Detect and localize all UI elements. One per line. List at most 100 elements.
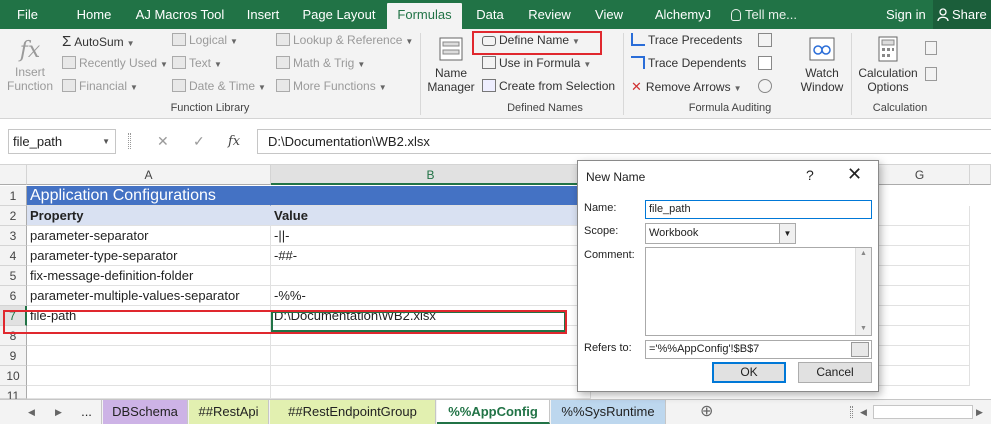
formula-input[interactable]: D:\Documentation\WB2.xlsx [257, 129, 991, 154]
comment-scrollbar[interactable]: ▲ ▼ [855, 248, 871, 335]
row-header-2[interactable]: 2 [0, 206, 27, 226]
sheet-tab-more[interactable]: ... [72, 400, 102, 424]
tell-me-box[interactable]: Tell me... [731, 0, 797, 29]
cell-g2[interactable] [870, 206, 970, 226]
row-header-4[interactable]: 4 [0, 246, 27, 266]
calculation-options-button[interactable]: Calculation Options [855, 35, 921, 94]
scroll-down-icon[interactable]: ▼ [856, 323, 871, 335]
remove-arrows-button[interactable]: ✕ Remove Arrows ▼ [631, 79, 742, 95]
text-button[interactable]: Text ▼ [172, 56, 222, 70]
ok-button[interactable]: OK [712, 362, 786, 383]
math-trig-button[interactable]: Math & Trig ▼ [276, 56, 365, 70]
cell-g10[interactable] [870, 366, 970, 386]
cell-g4[interactable] [870, 246, 970, 266]
trace-dependents-button[interactable]: Trace Dependents [631, 56, 746, 70]
cell-b5[interactable] [271, 266, 591, 286]
use-in-formula-button[interactable]: Use in Formula ▼ [482, 56, 591, 70]
tab-insert[interactable]: Insert [238, 0, 288, 29]
enter-icon[interactable]: ✓ [193, 129, 205, 154]
scroll-up-icon[interactable]: ▲ [856, 248, 871, 260]
cell-b3[interactable]: -||- [271, 226, 591, 246]
sheet-tab-dbschema[interactable]: DBSchema [103, 400, 188, 424]
autosum-button[interactable]: Σ AutoSum ▼ [62, 33, 135, 50]
horizontal-scrollbar[interactable] [873, 405, 973, 419]
tab-data[interactable]: Data [470, 0, 510, 29]
tab-formulas[interactable]: Formulas [387, 3, 462, 29]
financial-button[interactable]: Financial ▼ [62, 79, 138, 93]
cell-a6[interactable]: parameter-multiple-values-separator [27, 286, 271, 306]
column-header-a[interactable]: A [27, 165, 271, 185]
watch-window-button[interactable]: Watch Window [798, 35, 846, 94]
calculate-sheet-icon[interactable] [925, 67, 937, 81]
create-from-selection-button[interactable]: Create from Selection [482, 79, 615, 93]
name-box[interactable]: file_path ▼ [8, 129, 116, 154]
chevron-down-icon[interactable]: ▼ [779, 224, 795, 243]
sheet-tab-restendpointgroup[interactable]: ##RestEndpointGroup [270, 400, 436, 424]
cell-b11[interactable] [271, 386, 591, 399]
error-checking-icon[interactable] [758, 56, 772, 70]
recently-used-button[interactable]: Recently Used ▼ [62, 56, 168, 70]
cell-a11[interactable] [27, 386, 271, 399]
hscroll-left-icon[interactable]: ◀ [860, 400, 867, 424]
tab-home[interactable]: Home [70, 0, 118, 29]
tab-alchemyj[interactable]: AlchemyJ [643, 0, 723, 29]
sheet-tab-sysruntime[interactable]: %%SysRuntime [551, 400, 666, 424]
cell-b4[interactable]: -##- [271, 246, 591, 266]
tab-page-layout[interactable]: Page Layout [298, 0, 380, 29]
cell-a1-title[interactable]: Application Configurations [27, 186, 271, 206]
cell-a5[interactable]: fix-message-definition-folder [27, 266, 271, 286]
cell-a9[interactable] [27, 346, 271, 366]
show-formulas-icon[interactable] [758, 33, 772, 47]
row-header-3[interactable]: 3 [0, 226, 27, 246]
formula-bar-grip[interactable] [128, 133, 131, 149]
cell-g8[interactable] [870, 326, 970, 346]
refers-to-field[interactable]: ='%%AppConfig'!$B$7 [645, 340, 872, 359]
row-header-6[interactable]: 6 [0, 286, 27, 306]
cell-b10[interactable] [271, 366, 591, 386]
cell-a10[interactable] [27, 366, 271, 386]
insert-function-button[interactable]: fx Insert Function [4, 37, 56, 93]
tab-aj-macros-tool[interactable]: AJ Macros Tool [130, 0, 230, 29]
cell-g9[interactable] [870, 346, 970, 366]
collapse-dialog-icon[interactable] [851, 342, 869, 357]
row-header-10[interactable]: 10 [0, 366, 27, 386]
sheet-tab-restapi[interactable]: ##RestApi [189, 400, 269, 424]
scroll-left-icon[interactable]: ◀ [28, 400, 35, 424]
evaluate-formula-icon[interactable] [758, 79, 772, 93]
column-header-g[interactable]: G [870, 165, 970, 185]
insert-function-icon[interactable]: fx [228, 129, 240, 154]
row-header-11[interactable]: 11 [0, 386, 27, 403]
share-button[interactable]: Share [933, 0, 991, 29]
name-manager-button[interactable]: Name Manager [425, 35, 477, 94]
help-icon[interactable]: ? [806, 167, 814, 183]
sign-in-link[interactable]: Sign in [886, 0, 926, 29]
hscroll-right-icon[interactable]: ▶ [976, 400, 983, 424]
cell-b9[interactable] [271, 346, 591, 366]
tab-splitter[interactable] [850, 406, 853, 418]
tab-file[interactable]: File [0, 0, 55, 29]
column-header-b[interactable]: B [271, 165, 591, 185]
tab-view[interactable]: View [587, 0, 631, 29]
trace-precedents-button[interactable]: Trace Precedents [631, 33, 742, 47]
cell-a4[interactable]: parameter-type-separator [27, 246, 271, 266]
row-header-5[interactable]: 5 [0, 266, 27, 286]
row-header-9[interactable]: 9 [0, 346, 27, 366]
tab-review[interactable]: Review [522, 0, 577, 29]
cell-g5[interactable] [870, 266, 970, 286]
cancel-icon[interactable]: ✕ [157, 129, 169, 154]
close-icon[interactable]: ✕ [847, 164, 862, 185]
cell-b6[interactable]: -%%- [271, 286, 591, 306]
select-all-corner[interactable] [0, 165, 27, 185]
scroll-right-icon[interactable]: ▶ [55, 400, 62, 424]
cell-g7[interactable] [870, 306, 970, 326]
cell-a2-header[interactable]: Property [27, 206, 271, 226]
date-time-button[interactable]: Date & Time ▼ [172, 79, 266, 93]
comment-field[interactable]: ▲ ▼ [645, 247, 872, 336]
calculate-now-icon[interactable] [925, 41, 937, 55]
column-header-next[interactable] [970, 165, 991, 185]
add-sheet-icon[interactable]: ⊕ [700, 400, 713, 424]
sheet-tab-appconfig[interactable]: %%AppConfig [437, 400, 550, 424]
more-functions-button[interactable]: More Functions ▼ [276, 79, 387, 93]
cancel-button[interactable]: Cancel [798, 362, 872, 383]
scope-dropdown[interactable]: Workbook ▼ [645, 223, 796, 244]
